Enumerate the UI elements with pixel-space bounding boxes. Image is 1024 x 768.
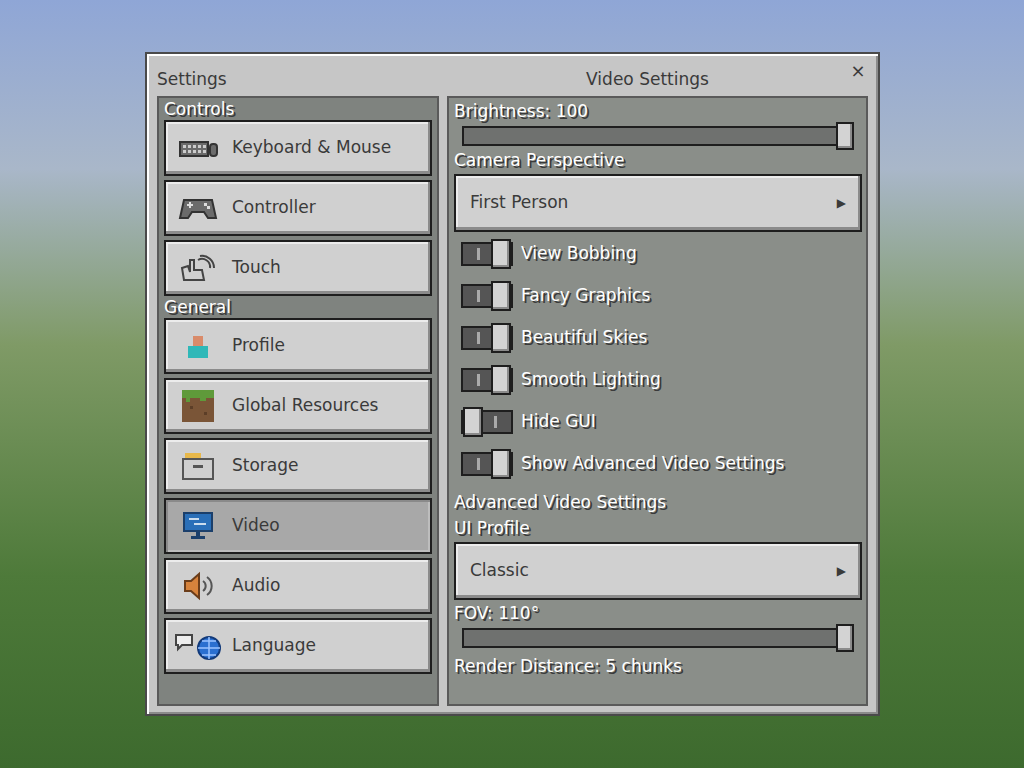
toggle-switch[interactable]: [461, 284, 513, 308]
controller-icon: [178, 194, 218, 222]
sidebar-item-label: Storage: [232, 453, 299, 479]
toggle-label: Smooth Lighting: [521, 367, 661, 393]
dropdown-value: First Person: [470, 190, 568, 216]
toggle-knob: [491, 365, 511, 395]
sidebar-item[interactable]: Storage: [164, 438, 432, 494]
dropdown-value: Classic: [470, 558, 529, 584]
toggle-switch[interactable]: [461, 410, 513, 434]
monitor-icon: [182, 511, 214, 541]
sidebar-heading: General: [164, 296, 432, 318]
sidebar-heading: Controls: [164, 98, 432, 120]
title-bar: SettingsVideo Settings×: [147, 54, 878, 96]
sidebar-section: Controls Keyboard & Mouse Controller Touch: [164, 98, 432, 296]
grass-block-icon: [182, 390, 214, 422]
dropdown-label: UI Profile: [454, 516, 862, 540]
sidebar-section: General Profile Global Resources Storage Vid…: [164, 296, 432, 674]
toggle-switch[interactable]: [461, 326, 513, 350]
dropdown-label: Camera Perspective: [454, 148, 862, 172]
toggle-label: View Bobbing: [521, 241, 637, 267]
toggle-setting: View Bobbing: [449, 234, 866, 274]
sidebar-item[interactable]: Global Resources: [164, 378, 432, 434]
toggle-switch[interactable]: [461, 452, 513, 476]
toggle-label: Beautiful Skies: [521, 325, 647, 351]
settings-dialog: SettingsVideo Settings×ControlsKeyboard …: [145, 52, 880, 716]
close-button[interactable]: ×: [848, 62, 868, 80]
toggle-label: Fancy Graphics: [521, 283, 650, 309]
dropdown-setting: UI Profile Classic ▶: [449, 516, 866, 600]
slider-setting: FOV: 110°: [449, 602, 866, 648]
toggle-switch[interactable]: [461, 368, 513, 392]
dropdown-arrow: ▶: [837, 562, 846, 580]
slider-label: FOV: 110°: [454, 602, 862, 624]
toggle-switch[interactable]: [461, 242, 513, 266]
slider-setting: Brightness: 100: [449, 100, 866, 146]
section-heading: Render Distance: 5 chunks: [449, 650, 866, 678]
sidebar-item-label: Keyboard & Mouse: [232, 135, 391, 161]
sidebar-item-label: Profile: [232, 333, 285, 359]
toggle-knob: [491, 281, 511, 311]
toggle-knob: [491, 239, 511, 269]
slider-track[interactable]: [462, 126, 854, 146]
panel-title: Video Settings: [447, 67, 848, 93]
speaker-icon: [181, 571, 215, 601]
toggle-setting: Fancy Graphics: [449, 276, 866, 316]
toggle-setting: Show Advanced Video Settings: [449, 444, 866, 484]
toggle-setting: Beautiful Skies: [449, 318, 866, 358]
dropdown-setting: Camera Perspective First Person ▶: [449, 148, 866, 232]
sidebar-item[interactable]: Controller: [164, 180, 432, 236]
slider-handle[interactable]: [836, 624, 854, 652]
sidebar-item-label: Audio: [232, 573, 280, 599]
sidebar-item-label: Controller: [232, 195, 316, 221]
dropdown-button[interactable]: Classic ▶: [454, 542, 862, 600]
sidebar-item[interactable]: Video: [164, 498, 432, 554]
language-globe-icon: [174, 631, 222, 661]
dialog-body: Controls Keyboard & Mouse Controller Touch G…: [147, 96, 878, 714]
toggle-label: Show Advanced Video Settings: [521, 451, 784, 477]
slider-track[interactable]: [462, 628, 854, 648]
sidebar-item-label: Video: [232, 513, 280, 539]
sidebar-item[interactable]: Language: [164, 618, 432, 674]
toggle-knob: [463, 407, 483, 437]
sidebar-item-label: Language: [232, 633, 316, 659]
sidebar-item[interactable]: Profile: [164, 318, 432, 374]
sidebar-item[interactable]: Touch: [164, 240, 432, 296]
toggle-label: Hide GUI: [521, 409, 596, 435]
dropdown-arrow: ▶: [837, 194, 846, 212]
toggle-knob: [491, 323, 511, 353]
video-settings-panel: Brightness: 100Camera PerspectiveFirst P…: [447, 96, 868, 706]
dialog-title: Settings: [157, 67, 447, 93]
sidebar-item-label: Touch: [232, 255, 281, 281]
sidebar-item[interactable]: Keyboard & Mouse: [164, 120, 432, 176]
slider-handle[interactable]: [836, 122, 854, 150]
toggle-knob: [491, 449, 511, 479]
section-heading: Advanced Video Settings: [449, 486, 866, 514]
sidebar-item-label: Global Resources: [232, 393, 378, 419]
sidebar-item[interactable]: Audio: [164, 558, 432, 614]
screen: SettingsVideo Settings×ControlsKeyboard …: [0, 0, 1024, 768]
profile-icon: [184, 332, 212, 360]
touch-icon: [178, 254, 218, 282]
keyboard-icon: [178, 136, 218, 160]
storage-icon: [181, 451, 215, 481]
slider-label: Brightness: 100: [454, 100, 862, 122]
sidebar: Controls Keyboard & Mouse Controller Touch G…: [157, 96, 439, 706]
toggle-setting: Smooth Lighting: [449, 360, 866, 400]
dropdown-button[interactable]: First Person ▶: [454, 174, 862, 232]
toggle-setting: Hide GUI: [449, 402, 866, 442]
